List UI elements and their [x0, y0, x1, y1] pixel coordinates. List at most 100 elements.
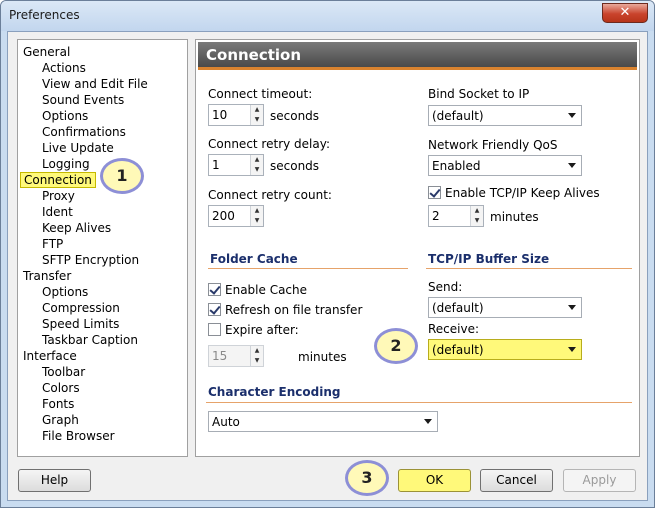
- connect-timeout-unit: seconds: [270, 109, 320, 123]
- spin-down-icon[interactable]: ▼: [251, 356, 263, 366]
- tree-item[interactable]: Sound Events: [42, 92, 124, 108]
- tree-item[interactable]: Graph: [42, 412, 79, 428]
- expire-after-spinner[interactable]: 15 ▲ ▼: [208, 345, 264, 367]
- bind-socket-label: Bind Socket to IP: [428, 87, 530, 101]
- dialog-client-area: General Actions View and Edit File Sound Ev…: [7, 31, 648, 501]
- connect-retry-delay-value: 1: [212, 158, 220, 172]
- panel-title: Connection: [198, 42, 637, 70]
- send-buffer-value: (default): [432, 301, 484, 315]
- expire-after-label: Expire after:: [225, 323, 299, 337]
- spin-up-icon[interactable]: ▲: [471, 206, 483, 216]
- tree-item[interactable]: Taskbar Caption: [42, 332, 138, 348]
- dropdown-arrow-icon: [568, 163, 576, 168]
- tree-item[interactable]: File Browser: [42, 428, 115, 444]
- tree-item[interactable]: Options: [42, 108, 88, 124]
- connect-retry-count-value: 200: [212, 209, 235, 223]
- buffer-size-heading: TCP/IP Buffer Size: [428, 252, 550, 266]
- keep-alives-label: Enable TCP/IP Keep Alives: [445, 186, 600, 200]
- close-icon[interactable]: ✕: [602, 3, 648, 23]
- tree-item[interactable]: Confirmations: [42, 124, 126, 140]
- refresh-on-transfer-checkbox[interactable]: [208, 303, 221, 316]
- spin-down-icon[interactable]: ▼: [251, 165, 263, 175]
- expire-after-unit: minutes: [298, 350, 347, 364]
- spin-up-icon[interactable]: ▲: [251, 206, 263, 216]
- bind-socket-dropdown[interactable]: (default): [428, 105, 582, 126]
- connect-timeout-spinner[interactable]: 10 ▲ ▼: [208, 104, 264, 126]
- tree-item[interactable]: Ident: [42, 204, 73, 220]
- expire-after-checkbox[interactable]: [208, 323, 221, 336]
- receive-buffer-value: (default): [432, 343, 484, 357]
- character-encoding-heading: Character Encoding: [208, 385, 341, 399]
- character-encoding-dropdown[interactable]: Auto: [208, 411, 438, 432]
- keep-alives-spinner[interactable]: 2 ▲ ▼: [428, 205, 484, 227]
- tree-item[interactable]: Compression: [42, 300, 120, 316]
- network-qos-value: Enabled: [432, 159, 481, 173]
- tree-item[interactable]: Live Update: [42, 140, 114, 156]
- spin-up-icon[interactable]: ▲: [251, 105, 263, 115]
- receive-buffer-dropdown[interactable]: (default): [428, 339, 582, 360]
- tree-item[interactable]: Colors: [42, 380, 80, 396]
- tree-item[interactable]: FTP: [42, 236, 63, 252]
- keep-alives-value: 2: [432, 209, 440, 223]
- folder-cache-heading: Folder Cache: [210, 252, 298, 266]
- section-divider: [206, 402, 632, 403]
- title-bar: Preferences ✕: [1, 1, 654, 31]
- connect-timeout-label: Connect timeout:: [208, 87, 313, 101]
- spin-up-icon[interactable]: ▲: [251, 155, 263, 165]
- spin-down-icon[interactable]: ▼: [251, 115, 263, 125]
- preferences-tree[interactable]: General Actions View and Edit File Sound Ev…: [17, 39, 188, 457]
- window-title: Preferences: [9, 8, 80, 22]
- expire-after-value: 15: [212, 349, 228, 363]
- bind-socket-value: (default): [432, 109, 484, 123]
- tree-item[interactable]: Actions: [42, 60, 86, 76]
- spin-down-icon[interactable]: ▼: [471, 216, 483, 226]
- tree-item[interactable]: Connection: [20, 172, 96, 188]
- spin-down-icon[interactable]: ▼: [251, 216, 263, 226]
- tree-item[interactable]: Interface: [23, 348, 77, 364]
- tree-item[interactable]: SFTP Encryption: [42, 252, 139, 268]
- ok-button[interactable]: OK: [398, 469, 471, 492]
- character-encoding-value: Auto: [212, 415, 240, 429]
- tree-item[interactable]: Proxy: [42, 188, 75, 204]
- receive-label: Receive:: [428, 322, 480, 336]
- connect-timeout-value: 10: [212, 108, 228, 122]
- connect-retry-delay-unit: seconds: [270, 159, 320, 173]
- keep-alives-unit: minutes: [490, 210, 539, 224]
- annotation-marker-3: 3: [345, 460, 389, 496]
- spin-up-icon[interactable]: ▲: [251, 346, 263, 356]
- apply-button[interactable]: Apply: [563, 469, 636, 492]
- refresh-on-transfer-label: Refresh on file transfer: [225, 303, 363, 317]
- tree-item[interactable]: Options: [42, 284, 88, 300]
- network-qos-dropdown[interactable]: Enabled: [428, 155, 582, 176]
- tree-item[interactable]: Toolbar: [42, 364, 85, 380]
- connect-retry-delay-label: Connect retry delay:: [208, 137, 330, 151]
- tree-item[interactable]: Logging: [42, 156, 90, 172]
- section-divider: [426, 268, 632, 269]
- dropdown-arrow-icon: [568, 347, 576, 352]
- dropdown-arrow-icon: [568, 113, 576, 118]
- cancel-button[interactable]: Cancel: [480, 469, 553, 492]
- tree-item[interactable]: Speed Limits: [42, 316, 119, 332]
- connect-retry-delay-spinner[interactable]: 1 ▲ ▼: [208, 154, 264, 176]
- tree-item[interactable]: Keep Alives: [42, 220, 111, 236]
- help-button[interactable]: Help: [18, 469, 91, 492]
- connect-retry-count-label: Connect retry count:: [208, 188, 332, 202]
- annotation-marker-2: 2: [374, 328, 418, 364]
- enable-cache-checkbox[interactable]: [208, 283, 221, 296]
- tree-item[interactable]: Transfer: [23, 268, 71, 284]
- send-buffer-dropdown[interactable]: (default): [428, 297, 582, 318]
- annotation-marker-1: 1: [100, 158, 144, 194]
- preferences-window: Preferences ✕ General Actions View and Edi…: [0, 0, 655, 508]
- tree-item[interactable]: General: [23, 44, 70, 60]
- tree-item[interactable]: Fonts: [42, 396, 74, 412]
- enable-cache-label: Enable Cache: [225, 283, 308, 297]
- keep-alives-checkbox[interactable]: [428, 186, 441, 199]
- dropdown-arrow-icon: [568, 305, 576, 310]
- tree-item[interactable]: View and Edit File: [42, 76, 148, 92]
- connection-panel: Connection Connect timeout: 10 ▲ ▼ second…: [195, 39, 640, 457]
- section-divider: [208, 268, 408, 269]
- dropdown-arrow-icon: [424, 419, 432, 424]
- network-qos-label: Network Friendly QoS: [428, 138, 558, 152]
- connect-retry-count-spinner[interactable]: 200 ▲ ▼: [208, 205, 264, 227]
- send-label: Send:: [428, 280, 463, 294]
